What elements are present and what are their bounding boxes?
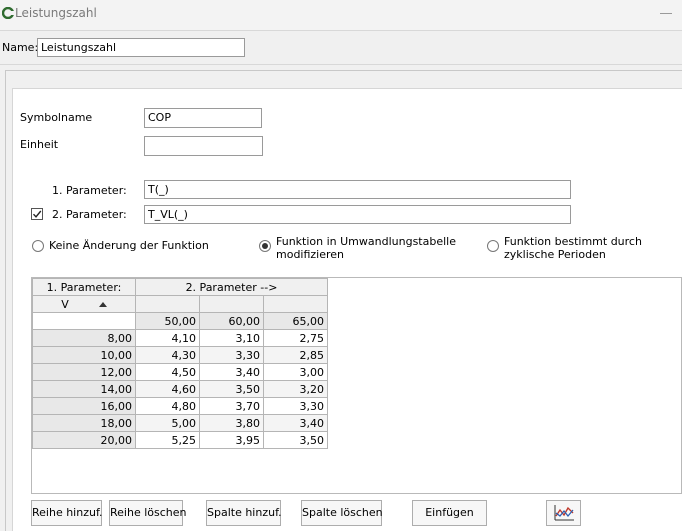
param1-input[interactable]: T(_)	[144, 180, 571, 199]
symbolname-input[interactable]: COP	[144, 108, 262, 128]
header-filler	[135, 295, 200, 313]
insert-button[interactable]: Einfügen	[412, 500, 487, 526]
row-key[interactable]: 12,00	[32, 363, 136, 381]
table-cell[interactable]: 3,20	[263, 380, 328, 398]
table-cell[interactable]: 3,30	[263, 397, 328, 415]
option-cyclic-periods-label: Funktion bestimmt durch zyklische Period…	[504, 235, 642, 261]
table-cell[interactable]: 4,60	[135, 380, 200, 398]
delete-row-button[interactable]: Reihe löschen	[109, 500, 186, 526]
radio-cyclic-periods[interactable]	[487, 240, 499, 252]
einheit-label: Einheit	[20, 138, 59, 151]
table-row: 14,00 4,60 3,50 3,20	[32, 380, 328, 398]
row-key[interactable]: 18,00	[32, 414, 136, 432]
row-key[interactable]: 14,00	[32, 380, 136, 398]
chart-button[interactable]	[546, 500, 581, 526]
table-cell[interactable]: 3,50	[263, 431, 328, 449]
table-cell[interactable]: 4,30	[135, 346, 200, 364]
sort-column-header[interactable]: V	[32, 295, 136, 313]
row-key[interactable]: 20,00	[32, 431, 136, 449]
table-cell[interactable]: 3,50	[199, 380, 264, 398]
title-bar: Leistungszahl	[0, 0, 682, 30]
add-column-button[interactable]: Spalte hinzuf.	[206, 500, 282, 526]
conversion-table: 1. Parameter: 2. Parameter --> V 50,00 6…	[32, 278, 328, 449]
radio-selected-dot	[262, 243, 268, 249]
minimize-icon[interactable]	[660, 13, 672, 14]
radio-conversion-table[interactable]	[259, 240, 271, 252]
table-cell[interactable]: 5,25	[135, 431, 200, 449]
table-cell[interactable]: 2,75	[263, 329, 328, 347]
einheit-input[interactable]	[144, 136, 263, 156]
row-key[interactable]: 10,00	[32, 346, 136, 364]
table-cell[interactable]: 3,30	[199, 346, 264, 364]
table-cell[interactable]: 3,10	[199, 329, 264, 347]
name-label: Name:	[2, 41, 39, 54]
checkmark-icon	[32, 210, 42, 218]
param1-label: 1. Parameter:	[52, 184, 127, 197]
table-cell[interactable]: 4,10	[135, 329, 200, 347]
header-param1: 1. Parameter:	[32, 278, 136, 296]
row-key[interactable]: 8,00	[32, 329, 136, 347]
table-row: 8,00 4,10 3,10 2,75	[32, 329, 328, 347]
column-value[interactable]: 50,00	[135, 312, 200, 330]
param2-label: 2. Parameter:	[52, 208, 127, 221]
header-filler	[263, 295, 328, 313]
table-cell[interactable]: 2,85	[263, 346, 328, 364]
sort-column-label: V	[61, 297, 69, 311]
delete-column-button[interactable]: Spalte löschen	[301, 500, 383, 526]
table-cell[interactable]: 3,40	[199, 363, 264, 381]
table-cell[interactable]: 5,00	[135, 414, 200, 432]
param2-input[interactable]: T_VL(_)	[144, 205, 571, 224]
table-cell[interactable]: 3,40	[263, 414, 328, 432]
table-cell[interactable]: 3,70	[199, 397, 264, 415]
table-row: 20,00 5,25 3,95 3,50	[32, 431, 328, 449]
column-value[interactable]: 65,00	[263, 312, 328, 330]
column-value[interactable]: 60,00	[199, 312, 264, 330]
option-conversion-table-label: Funktion in Umwandlungstabelle modifizie…	[276, 235, 456, 261]
table-row: 10,00 4,30 3,30 2,85	[32, 346, 328, 364]
corner-cell[interactable]	[32, 312, 136, 330]
table-row: 16,00 4,80 3,70 3,30	[32, 397, 328, 415]
table-cell[interactable]: 4,50	[135, 363, 200, 381]
table-cell[interactable]: 3,80	[199, 414, 264, 432]
option-no-change-label: Keine Änderung der Funktion	[49, 239, 209, 252]
header-filler	[199, 295, 264, 313]
table-row: 18,00 5,00 3,80 3,40	[32, 414, 328, 432]
table-row: 12,00 4,50 3,40 3,00	[32, 363, 328, 381]
table-cell[interactable]: 4,80	[135, 397, 200, 415]
table-cell[interactable]: 3,95	[199, 431, 264, 449]
param2-checkbox[interactable]	[31, 208, 43, 220]
window-title: Leistungszahl	[15, 6, 97, 20]
row-key[interactable]: 16,00	[32, 397, 136, 415]
add-row-button[interactable]: Reihe hinzuf.	[31, 500, 103, 526]
app-icon	[2, 7, 14, 19]
name-input[interactable]: Leistungszahl	[37, 38, 245, 57]
title-divider	[0, 30, 682, 31]
header-param2: 2. Parameter -->	[135, 278, 328, 296]
name-divider	[0, 64, 682, 65]
sort-ascending-icon	[98, 302, 107, 307]
line-chart-icon	[554, 505, 574, 521]
radio-no-change[interactable]	[32, 240, 44, 252]
symbolname-label: Symbolname	[20, 111, 93, 124]
table-cell[interactable]: 3,00	[263, 363, 328, 381]
conversion-table-area: 1. Parameter: 2. Parameter --> V 50,00 6…	[31, 277, 682, 494]
